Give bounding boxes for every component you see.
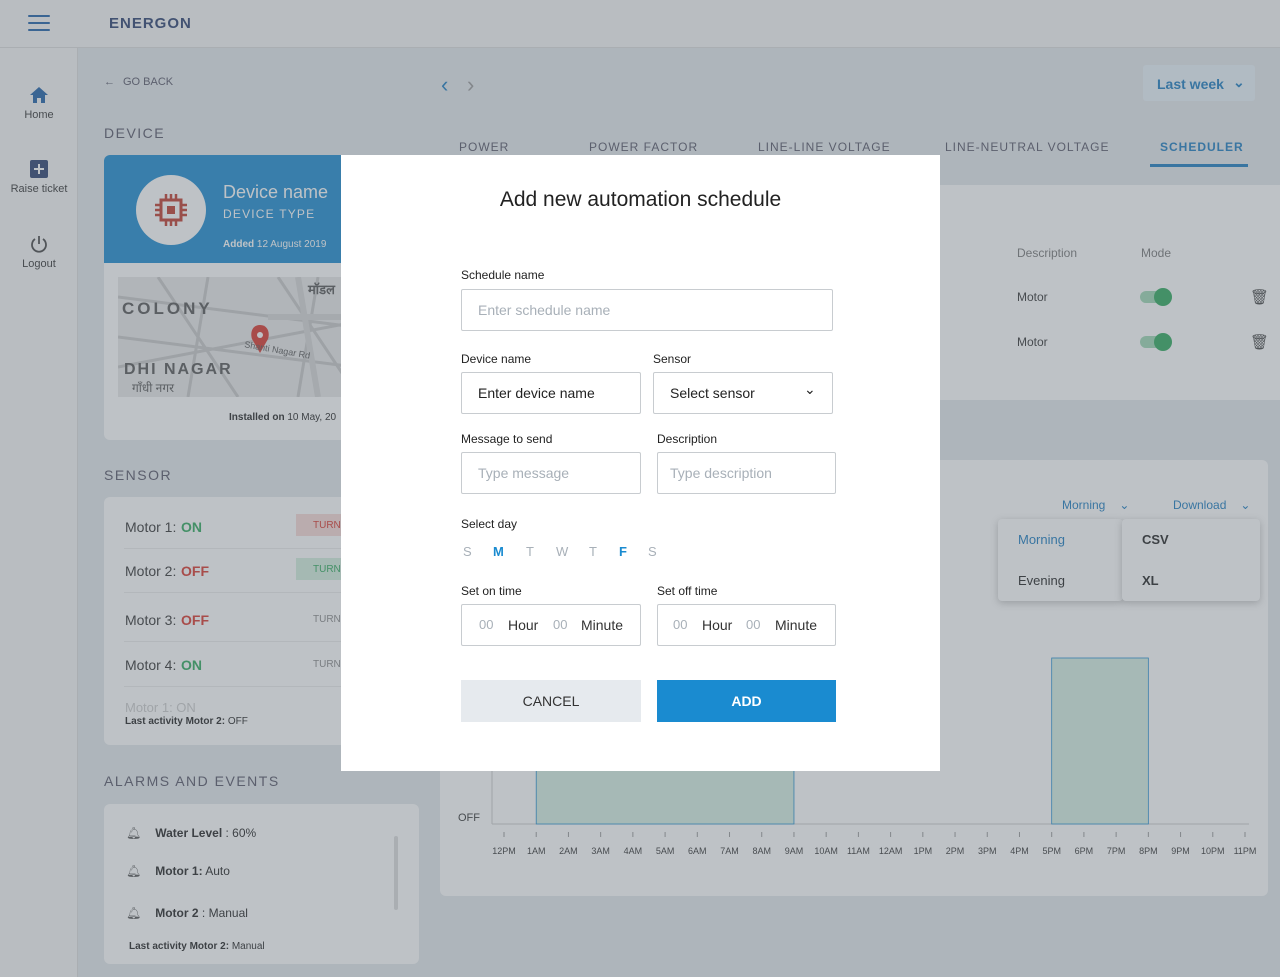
description-input[interactable] (657, 452, 836, 494)
day-toggle[interactable]: S (463, 544, 472, 559)
description-label: Description (657, 432, 718, 446)
day-toggle[interactable]: T (589, 544, 597, 559)
off-minute-input[interactable]: 00 (746, 617, 760, 632)
day-toggle[interactable]: F (619, 544, 627, 559)
off-time-label: Set off time (657, 584, 718, 598)
on-time-picker[interactable]: 00 Hour 00 Minute (461, 604, 641, 646)
add-button[interactable]: ADD (657, 680, 836, 722)
select-day-label: Select day (461, 517, 518, 531)
on-hour-input[interactable]: 00 (479, 617, 493, 632)
on-time-label: Set on time (461, 584, 522, 598)
off-time-picker[interactable]: 00 Hour 00 Minute (657, 604, 836, 646)
cancel-button[interactable]: CANCEL (461, 680, 641, 722)
device-name-input[interactable] (461, 372, 641, 414)
day-toggle[interactable]: M (493, 544, 504, 559)
day-toggle[interactable]: W (556, 544, 568, 559)
day-toggle[interactable]: T (526, 544, 534, 559)
sensor-select[interactable]: Select sensor ⌄ (653, 372, 833, 414)
message-input[interactable] (461, 452, 641, 494)
message-label: Message to send (461, 432, 553, 446)
device-name-label: Device name (461, 352, 532, 366)
sensor-label: Sensor (653, 352, 692, 366)
schedule-name-input[interactable] (461, 289, 833, 331)
on-minute-input[interactable]: 00 (553, 617, 567, 632)
modal-title: Add new automation schedule (499, 188, 782, 211)
add-schedule-modal: Add new automation schedule Schedule nam… (341, 155, 940, 771)
off-hour-input[interactable]: 00 (673, 617, 687, 632)
schedule-name-label: Schedule name (461, 268, 545, 282)
chevron-down-icon: ⌄ (804, 381, 816, 397)
day-toggle[interactable]: S (648, 544, 657, 559)
